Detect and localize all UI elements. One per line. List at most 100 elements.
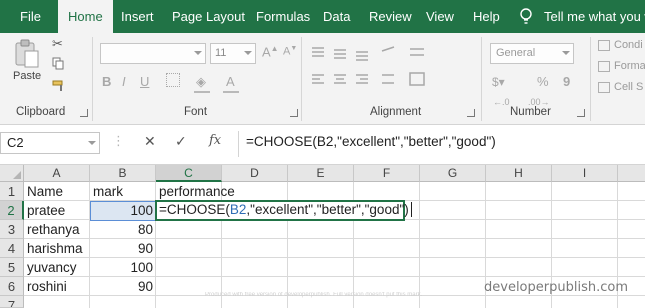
tab-help[interactable]: Help (473, 0, 500, 33)
fill-color-icon[interactable]: ◈ (196, 74, 206, 90)
column-header-b[interactable]: B (90, 165, 156, 182)
column-header-a[interactable]: A (24, 165, 90, 182)
clipboard-launcher-icon[interactable] (80, 109, 88, 117)
lightbulb-icon[interactable] (519, 8, 533, 26)
bold-icon[interactable]: B (102, 74, 111, 89)
group-divider (481, 37, 482, 121)
cell-c1[interactable]: performance (156, 182, 235, 201)
cell-a2[interactable]: pratee (24, 201, 90, 220)
font-launcher-icon[interactable] (290, 109, 298, 117)
column-header-c[interactable]: C (156, 165, 222, 182)
text-cursor (410, 202, 412, 217)
cell-a1[interactable]: Name (24, 182, 90, 201)
cell-b5[interactable]: 100 (90, 258, 156, 277)
conditional-formatting-icon (598, 40, 610, 51)
cancel-icon[interactable]: ✕ (144, 133, 156, 150)
chevron-down-icon (562, 51, 570, 55)
font-size-value: 11 (215, 47, 227, 59)
column-header-e[interactable]: E (288, 165, 354, 182)
font-color-icon[interactable]: A (226, 74, 235, 89)
comma-style-button[interactable]: 9 (563, 74, 570, 89)
tab-data[interactable]: Data (323, 0, 350, 33)
row-header-1[interactable]: 1 (0, 182, 24, 201)
row-header-2[interactable]: 2 (0, 201, 24, 220)
select-all-triangle-icon (13, 171, 21, 179)
alignment-buttons-icon[interactable] (310, 45, 430, 93)
row-header-7[interactable]: 7 (0, 296, 24, 308)
enter-icon[interactable]: ✓ (175, 133, 187, 150)
format-painter-icon[interactable] (52, 80, 66, 92)
grow-font-icon[interactable]: A▲ (262, 44, 279, 59)
formula-bar: C2 ⋮ ✕ ✓ fx =CHOOSE(B2,"excellent","bett… (0, 125, 645, 165)
column-header-i[interactable]: I (552, 165, 618, 182)
insert-function-icon[interactable]: fx (209, 133, 221, 148)
brand-watermark: developerpublish.com (484, 280, 628, 295)
font-size-box[interactable]: 11 (210, 43, 256, 64)
column-header-d[interactable]: D (222, 165, 288, 182)
column-header-f[interactable]: F (354, 165, 420, 182)
group-divider (590, 37, 591, 121)
alignment-group-label: Alignment (370, 106, 422, 118)
increase-decimal-icon[interactable]: ←.0 (493, 97, 510, 107)
watermark-text: Produced with free version of developerp… (205, 292, 423, 298)
group-divider (301, 37, 302, 121)
tab-insert[interactable]: Insert (121, 0, 154, 33)
cell-c2-formula[interactable]: =CHOOSE(B2,"excellent","better","good") (159, 202, 412, 217)
paste-icon[interactable] (14, 39, 40, 69)
format-as-table-button[interactable]: Forma (614, 60, 645, 72)
copy-icon[interactable] (52, 57, 65, 70)
cell-styles-icon (598, 82, 610, 93)
cell-b2[interactable]: 100 (90, 201, 157, 221)
cell-a5[interactable]: yuvancy (24, 258, 90, 277)
row-header-3[interactable]: 3 (0, 220, 24, 239)
column-header-h[interactable]: H (486, 165, 552, 182)
cell-styles-button[interactable]: Cell S (614, 81, 643, 93)
cell-b3[interactable]: 80 (90, 220, 156, 239)
currency-icon[interactable]: $▾ (492, 75, 505, 89)
tell-me-search[interactable]: Tell me what you wa (544, 0, 645, 33)
chevron-down-icon (88, 141, 96, 145)
italic-icon[interactable]: I (122, 74, 126, 89)
name-box[interactable]: C2 (0, 132, 100, 154)
formula-prefix: =CHOOSE( (159, 202, 230, 217)
tab-view[interactable]: View (426, 0, 454, 33)
font-group-label: Font (184, 106, 208, 118)
tab-formulas[interactable]: Formulas (256, 0, 310, 33)
row-header-6[interactable]: 6 (0, 277, 24, 296)
number-launcher-icon[interactable] (577, 109, 585, 117)
conditional-formatting-button[interactable]: Condi (614, 39, 643, 51)
shrink-font-icon[interactable]: A▼ (283, 45, 297, 58)
number-format-value: General (496, 47, 536, 59)
underline-icon[interactable]: U (140, 74, 149, 89)
formula-suffix: ,"excellent","better","good") (246, 202, 409, 217)
cell-a6[interactable]: roshini (24, 277, 90, 296)
column-header-g[interactable]: G (420, 165, 486, 182)
alignment-launcher-icon[interactable] (467, 109, 475, 117)
ribbon-tab-bar: File Home Insert Page Layout Formulas Da… (0, 0, 645, 33)
clipboard-group-label: Clipboard (16, 106, 66, 118)
chevron-down-icon (194, 51, 202, 55)
font-name-box[interactable] (100, 43, 206, 64)
paste-button-label[interactable]: Paste (13, 70, 41, 82)
tab-home[interactable]: Home (58, 0, 113, 33)
row-header-4[interactable]: 4 (0, 239, 24, 258)
cut-icon[interactable]: ✂ (52, 36, 63, 52)
percent-button[interactable]: % (537, 74, 549, 89)
cell-b4[interactable]: 90 (90, 239, 156, 258)
cell-a4[interactable]: harishma (24, 239, 90, 258)
column-header-j[interactable] (618, 165, 645, 182)
tab-review[interactable]: Review (369, 0, 412, 33)
cell-b6[interactable]: 90 (90, 277, 156, 296)
formula-input[interactable]: =CHOOSE(B2,"excellent","better","good") (246, 134, 496, 149)
cell-b1[interactable]: mark (90, 182, 156, 201)
select-all-button[interactable] (0, 165, 24, 182)
font-color-bar (223, 91, 239, 93)
borders-icon[interactable] (166, 73, 180, 87)
number-format-box[interactable]: General (490, 43, 574, 64)
row-header-5[interactable]: 5 (0, 258, 24, 277)
fill-color-bar (194, 91, 210, 93)
tab-file[interactable]: File (20, 0, 41, 33)
cell-a3[interactable]: rethanya (24, 220, 90, 239)
ribbon-home-panel: Paste ✂ Clipboard 11 A▲ A▼ B I U ◈ A Fon… (0, 33, 645, 125)
tab-page-layout[interactable]: Page Layout (172, 0, 245, 33)
